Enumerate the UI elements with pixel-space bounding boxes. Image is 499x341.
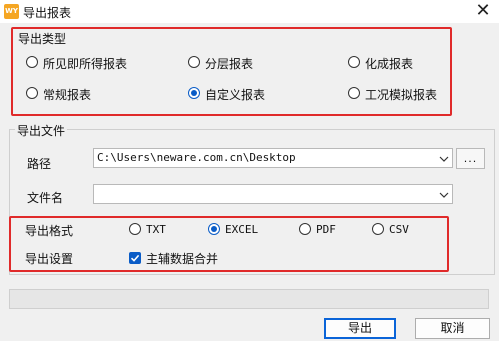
radio-custom-report[interactable]: [188, 87, 200, 99]
label-regular-report: 常规报表: [43, 88, 92, 102]
progress-bar: [9, 289, 489, 309]
settings-label: 导出设置: [25, 252, 74, 266]
path-combo[interactable]: C:\Users\neware.com.cn\Desktop: [93, 148, 453, 168]
radio-format-txt[interactable]: [129, 223, 141, 235]
label-format-pdf: PDF: [316, 223, 336, 236]
chevron-down-icon[interactable]: [439, 190, 449, 200]
radio-regular-report[interactable]: [26, 87, 38, 99]
label-format-txt: TXT: [146, 223, 166, 236]
radio-layered-report[interactable]: [188, 56, 200, 68]
path-value: C:\Users\neware.com.cn\Desktop: [97, 151, 296, 164]
radio-formation-report[interactable]: [348, 56, 360, 68]
export-type-title: 导出类型: [16, 30, 69, 47]
export-button[interactable]: 导出: [324, 318, 396, 339]
filename-label: 文件名: [27, 191, 64, 205]
radio-wysiwyg-report[interactable]: [26, 56, 38, 68]
label-custom-report: 自定义报表: [205, 88, 266, 102]
cancel-button[interactable]: 取消: [415, 318, 490, 339]
browse-button[interactable]: ...: [456, 148, 485, 169]
radio-format-pdf[interactable]: [299, 223, 311, 235]
app-icon: WY: [4, 4, 19, 19]
label-formation-report: 化成报表: [365, 57, 414, 71]
title-bar: [0, 0, 499, 23]
label-simulation-report: 工况模拟报表: [365, 88, 438, 102]
label-wysiwyg-report: 所见即所得报表: [43, 57, 128, 71]
radio-simulation-report[interactable]: [348, 87, 360, 99]
check-icon: [130, 254, 140, 262]
chevron-down-icon[interactable]: [439, 154, 449, 164]
filename-combo[interactable]: [93, 184, 453, 204]
export-file-title: 导出文件: [15, 122, 68, 139]
merge-checkbox[interactable]: [129, 252, 141, 264]
label-format-csv: CSV: [389, 223, 409, 236]
label-layered-report: 分层报表: [205, 57, 254, 71]
format-label: 导出格式: [25, 224, 74, 238]
window-title: 导出报表: [23, 6, 72, 20]
path-label: 路径: [27, 157, 52, 171]
merge-label: 主辅数据合并: [146, 252, 219, 266]
close-icon[interactable]: ✕: [470, 0, 496, 23]
radio-format-excel[interactable]: [208, 223, 220, 235]
label-format-excel: EXCEL: [225, 223, 259, 236]
radio-format-csv[interactable]: [372, 223, 384, 235]
